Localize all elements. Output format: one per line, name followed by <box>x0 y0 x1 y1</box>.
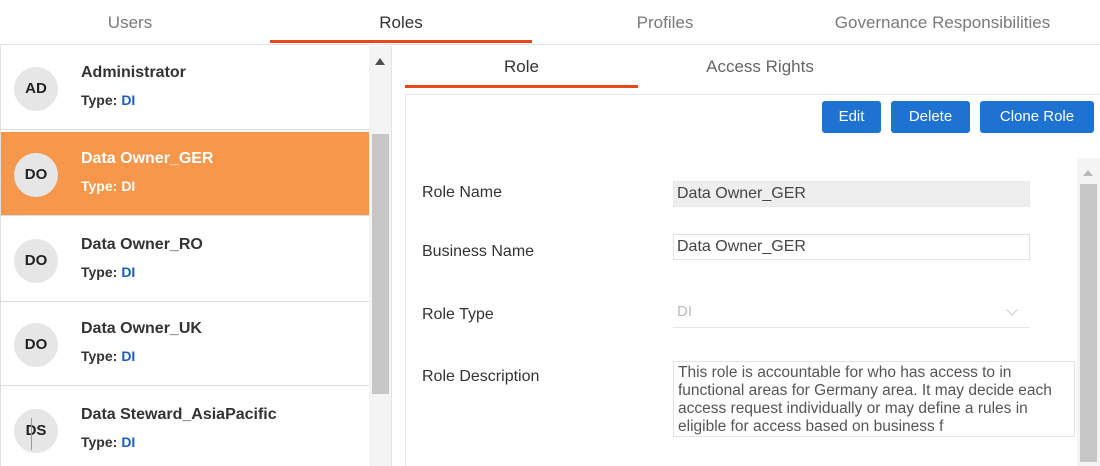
type-label: Type: <box>81 92 118 108</box>
edit-button[interactable]: Edit <box>822 101 881 133</box>
role-list-item-data-owner-ro[interactable]: DO Data Owner_RO Type: DI <box>1 218 369 302</box>
role-name: Data Steward_AsiaPacific <box>81 406 277 423</box>
role-name: Data Owner_RO <box>81 236 203 253</box>
type-value: DI <box>121 434 136 450</box>
type-label: Type: <box>81 264 118 280</box>
role-type: Type: DI <box>81 92 135 108</box>
role-name: Data Owner_UK <box>81 320 202 337</box>
role-type: Type: DI <box>81 434 135 450</box>
tab-role[interactable]: Role <box>405 46 638 90</box>
type-value: DI <box>121 348 136 364</box>
chevron-down-icon <box>1006 304 1018 316</box>
role-description-field[interactable]: This role is accountable for who has acc… <box>673 361 1075 437</box>
clone-role-button[interactable]: Clone Role <box>980 101 1094 133</box>
type-value: DI <box>121 92 136 108</box>
avatar: DO <box>14 239 58 283</box>
type-label: Type: <box>81 348 118 364</box>
role-name: Data Owner_GER <box>81 150 214 167</box>
tab-role-underline <box>405 85 638 88</box>
role-type-label: Role Type <box>422 306 494 323</box>
form-scrollbar[interactable] <box>1077 158 1100 466</box>
role-name-label: Role Name <box>422 184 503 201</box>
role-type: Type: DI <box>81 178 135 194</box>
business-name-field[interactable]: Data Owner_GER <box>673 234 1030 260</box>
type-value: DI <box>121 264 136 280</box>
top-tab-bar: Users Roles Profiles Governance Responsi… <box>0 0 1100 46</box>
type-value: DI <box>121 178 136 194</box>
delete-button[interactable]: Delete <box>891 101 970 133</box>
role-description-label: Role Description <box>422 368 540 385</box>
role-type-select[interactable]: DI <box>673 300 1030 328</box>
role-type: Type: DI <box>81 264 135 280</box>
role-list-item-data-owner-uk[interactable]: DO Data Owner_UK Type: DI <box>1 302 369 386</box>
business-name-label: Business Name <box>422 243 535 260</box>
avatar: DO <box>14 153 58 197</box>
tab-governance-responsibilities[interactable]: Governance Responsibilities <box>810 0 1075 46</box>
tab-roles[interactable]: Roles <box>270 0 532 46</box>
tab-roles-label: Roles <box>379 13 423 32</box>
role-list-scrollbar[interactable] <box>369 46 392 466</box>
type-label: Type: <box>81 434 118 450</box>
scroll-thumb[interactable] <box>372 134 389 394</box>
role-list-item-administrator[interactable]: AD Administrator Type: DI <box>1 46 369 130</box>
panel-divider <box>391 46 392 466</box>
tab-users[interactable]: Users <box>60 0 200 46</box>
scroll-up-arrow-icon[interactable] <box>1083 170 1093 176</box>
role-name: Administrator <box>81 64 186 81</box>
role-name-field: Data Owner_GER <box>673 181 1030 207</box>
role-type-value: DI <box>677 303 692 320</box>
role-list-item-data-owner-ger[interactable]: DO Data Owner_GER Type: DI <box>1 132 369 216</box>
role-detail-tabs: Role Access Rights <box>405 46 1100 90</box>
role-list: AD Administrator Type: DI DO Data Owner_G… <box>0 46 392 466</box>
avatar: AD <box>14 67 58 111</box>
scroll-up-arrow-icon[interactable] <box>375 58 385 65</box>
tab-role-label: Role <box>504 57 539 76</box>
role-type: Type: DI <box>81 348 135 364</box>
resize-handle[interactable] <box>31 418 32 450</box>
type-label: Type: <box>81 178 118 194</box>
role-list-item-data-steward-asiapacific[interactable]: DS Data Steward_AsiaPacific Type: DI <box>1 388 369 466</box>
scroll-thumb[interactable] <box>1080 184 1097 462</box>
avatar: DS <box>14 409 58 453</box>
top-divider <box>0 44 1100 45</box>
tab-roles-underline <box>270 40 532 43</box>
tab-profiles[interactable]: Profiles <box>600 0 730 46</box>
tab-access-rights[interactable]: Access Rights <box>670 46 850 90</box>
avatar: DO <box>14 323 58 367</box>
